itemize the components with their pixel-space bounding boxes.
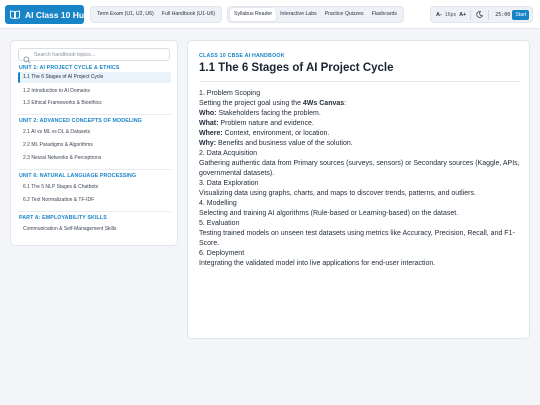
- font-decrease-button[interactable]: A-: [436, 12, 442, 18]
- font-increase-button[interactable]: A+: [459, 12, 466, 18]
- sidebar-item-2-2[interactable]: 2.2 ML Paradigms & Algorithms: [18, 140, 171, 151]
- ws-item: Why: Benefits and business value of the …: [199, 139, 521, 149]
- step-heading: 4. Modelling: [199, 200, 237, 207]
- divider: [199, 81, 520, 82]
- step-text-part: Setting the project goal using the: [199, 100, 303, 107]
- unit-2-heading: UNIT 2: ADVANCED CONCEPTS OF MODELING: [19, 118, 142, 124]
- page-title: 1.1 The 6 Stages of AI Project Cycle: [199, 62, 394, 74]
- sidebar: UNIT 1: AI PROJECT CYCLE & ETHICS 1.1 Th…: [10, 40, 178, 246]
- divider: [18, 169, 171, 170]
- step-heading: 3. Data Exploration: [199, 180, 259, 187]
- emphasis-text: 4Ws Canvas: [302, 100, 345, 107]
- top-bar: AI Class 10 Hub Term Exam (U1, U2, U6) F…: [0, 0, 540, 29]
- sidebar-item-6-2[interactable]: 6.2 Text Normalization & TF-IDF: [18, 195, 171, 206]
- step-text: Visualizing data using graphs, charts, a…: [199, 190, 476, 197]
- ws-label: What:: [199, 120, 219, 127]
- ws-item: What: Problem nature and evidence.: [199, 119, 521, 129]
- ws-label: Where:: [199, 130, 223, 137]
- brand-logo[interactable]: AI Class 10 Hub: [5, 5, 89, 24]
- ws-text: Benefits and business value of the solut…: [216, 140, 353, 147]
- step-heading: 6. Deployment: [199, 250, 245, 257]
- ws-label: Who:: [199, 110, 217, 117]
- ws-label: Why:: [199, 140, 217, 147]
- unit-6-heading: UNIT 6: NATURAL LANGUAGE PROCESSING: [19, 173, 137, 179]
- sidebar-item-1-1[interactable]: 1.1 The 6 Stages of AI Project Cycle: [18, 72, 171, 83]
- divider: [470, 9, 472, 20]
- search-icon: [23, 51, 31, 64]
- ws-item: Who: Stakeholders facing the problem.: [199, 109, 521, 119]
- moon-icon[interactable]: [475, 10, 484, 19]
- timer-display: 25:00: [495, 11, 511, 18]
- unit-1-heading: UNIT 1: AI PROJECT CYCLE & ETHICS: [19, 65, 120, 71]
- ws-text: Problem nature and evidence.: [218, 120, 314, 127]
- divider: [488, 9, 490, 20]
- main-content: CLASS 10 CBSE AI HANDBOOK 1.1 The 6 Stag…: [187, 40, 530, 339]
- tab-interactive-labs[interactable]: Interactive Labs: [276, 8, 321, 21]
- divider: [18, 211, 171, 212]
- book-icon: [10, 10, 20, 19]
- tab-syllabus-reader[interactable]: Syllabus Reader: [230, 8, 277, 21]
- sidebar-item-6-1[interactable]: 6.1 The 5 NLP Stages & Chatbots: [18, 182, 171, 193]
- step-text: Selecting and training AI algorithms (Ru…: [199, 210, 459, 217]
- ws-item: Where: Context, environment, or location…: [199, 129, 521, 139]
- sidebar-item-2-1[interactable]: 2.1 AI vs ML vs DL & Datasets: [18, 127, 171, 138]
- sidebar-item-2-3[interactable]: 2.3 Neural Networks & Perceptrons: [18, 153, 171, 164]
- brand-title: AI Class 10 Hub: [25, 9, 90, 20]
- ws-text: Context, environment, or location.: [222, 130, 330, 137]
- step-text: Gathering authentic data from Primary so…: [199, 160, 520, 177]
- reader-tools: A- 16px A+ 25:00 Start: [430, 6, 533, 23]
- search-box: [18, 48, 170, 64]
- sidebar-item-part-a-1[interactable]: Communication & Self-Management Skills: [18, 224, 171, 235]
- divider: [18, 114, 171, 115]
- part-a-heading: PART A: EMPLOYABILITY SKILLS: [19, 215, 107, 221]
- step-text: Testing trained models on unseen test da…: [199, 230, 515, 247]
- font-size-value: 16px: [444, 11, 457, 18]
- article-body: 1. Problem Scoping Setting the project g…: [199, 89, 521, 269]
- step-heading: 5. Evaluation: [199, 220, 240, 227]
- sidebar-item-1-2[interactable]: 1.2 Introduction to AI Domains: [18, 86, 171, 97]
- step-heading: 1. Problem Scoping: [199, 90, 261, 97]
- ws-text: Stakeholders facing the problem.: [216, 110, 321, 117]
- tab-term-exam[interactable]: Term Exam (U1, U2, U6): [93, 8, 158, 21]
- exam-mode-toggle: Term Exam (U1, U2, U6) Full Handbook (U1…: [90, 6, 223, 23]
- step-text: Integrating the validated model into liv…: [199, 260, 436, 267]
- main-nav-tabs: Syllabus Reader Interactive Labs Practic…: [227, 6, 404, 23]
- tab-practice-quizzes[interactable]: Practice Quizzes: [321, 8, 368, 21]
- step-text: Setting the project goal using the 4Ws C…: [199, 99, 521, 109]
- page-kicker: CLASS 10 CBSE AI HANDBOOK: [199, 53, 285, 59]
- sidebar-item-1-3[interactable]: 1.3 Ethical Frameworks & Bioethics: [18, 98, 171, 109]
- tab-full-handbook[interactable]: Full Handbook (U1-U6): [158, 8, 219, 21]
- tab-flashcards[interactable]: Flashcards: [368, 8, 401, 21]
- search-input[interactable]: [34, 51, 164, 58]
- start-timer-button[interactable]: Start: [512, 9, 530, 20]
- step-text-part: :: [344, 100, 347, 107]
- step-heading: 2. Data Acquisition: [199, 150, 257, 157]
